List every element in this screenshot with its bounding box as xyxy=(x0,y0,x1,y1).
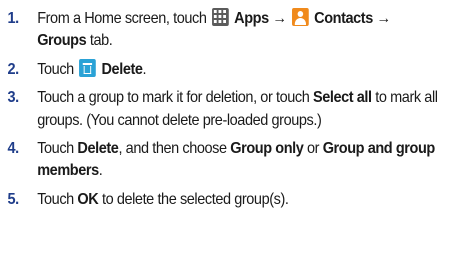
step-text: From a Home screen, touch xyxy=(37,10,211,27)
step-4: 4. Touch Delete, and then choose Group o… xyxy=(7,138,464,183)
step-text: to delete the selected group(s). xyxy=(98,190,289,208)
step-text: , and then choose xyxy=(118,140,231,158)
step-2: 2. Touch Delete. xyxy=(7,58,464,81)
steps-list: 1. From a Home screen, touch Apps → Cont… xyxy=(7,8,464,211)
apps-grid-icon xyxy=(211,8,229,26)
step-text: . xyxy=(98,162,103,180)
step-text: Touch a group to mark it for deletion, o… xyxy=(37,89,313,107)
step-text: or xyxy=(303,140,323,158)
step-text: Touch xyxy=(37,140,78,158)
step-text: tab. xyxy=(86,32,113,50)
step-text: Touch xyxy=(37,190,78,208)
step-number: 2. xyxy=(7,60,19,78)
delete-label: Delete xyxy=(77,140,119,158)
instruction-document: 1. From a Home screen, touch Apps → Cont… xyxy=(0,0,472,271)
group-only-label: Group only xyxy=(230,140,304,158)
step-3: 3. Touch a group to mark it for deletion… xyxy=(7,87,464,132)
step-5: 5. Touch OK to delete the selected group… xyxy=(7,189,464,211)
contacts-label: Contacts xyxy=(314,10,373,27)
select-all-label: Select all xyxy=(312,89,372,107)
arrow-separator: → xyxy=(372,10,391,27)
step-text: Touch xyxy=(37,60,78,78)
step-number: 5. xyxy=(7,190,19,208)
step-number: 4. xyxy=(7,140,19,158)
step-1: 1. From a Home screen, touch Apps → Cont… xyxy=(7,8,464,53)
step-number: 3. xyxy=(7,89,19,107)
step-number: 1. xyxy=(7,10,19,27)
arrow-separator: → xyxy=(268,10,291,27)
delete-label: Delete xyxy=(101,60,143,78)
contacts-person-icon xyxy=(291,8,309,26)
apps-label: Apps xyxy=(234,10,269,27)
trash-icon xyxy=(79,58,97,77)
step-text: . xyxy=(142,60,147,78)
ok-label: OK xyxy=(77,190,99,208)
groups-tab-label: Groups xyxy=(37,32,87,50)
